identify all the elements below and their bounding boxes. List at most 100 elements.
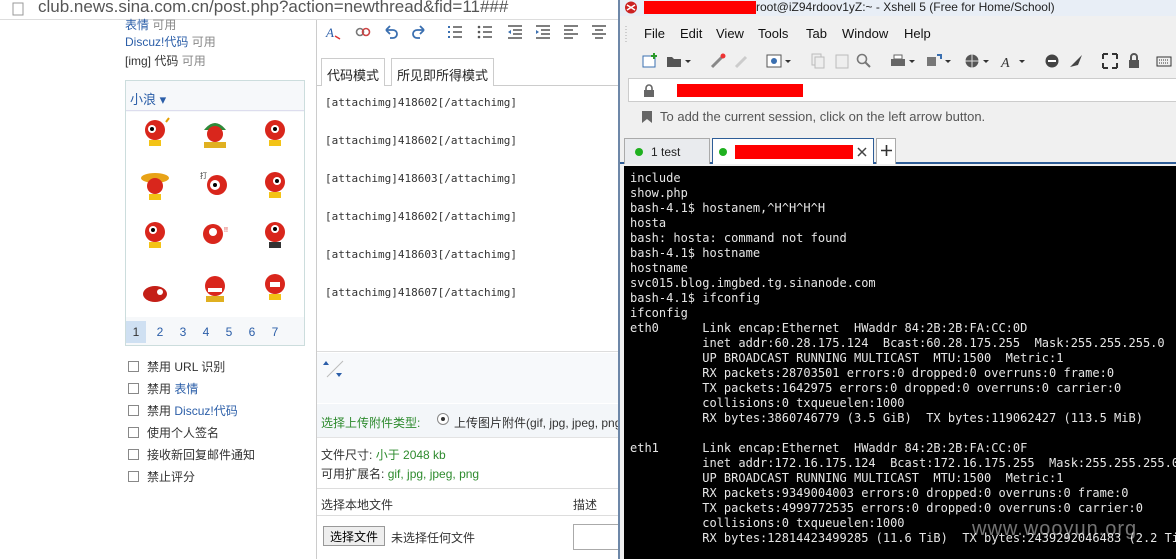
font-icon[interactable]: A xyxy=(325,24,341,40)
paste-icon[interactable] xyxy=(834,53,850,69)
copy-icon[interactable] xyxy=(810,53,826,69)
chevron-down-icon[interactable] xyxy=(944,53,952,69)
open-folder-icon[interactable] xyxy=(666,53,682,69)
menu-tab[interactable]: Tab xyxy=(806,26,827,41)
help-discuz-label[interactable]: Discuz!代码 xyxy=(125,35,188,49)
chevron-down-icon[interactable] xyxy=(1018,53,1026,69)
menu-help[interactable]: Help xyxy=(904,26,931,41)
option-label[interactable]: Discuz!代码 xyxy=(174,404,237,418)
bookmark-icon[interactable] xyxy=(640,110,654,124)
menu-window[interactable]: Window xyxy=(842,26,888,41)
smiley-mascot-icon[interactable] xyxy=(258,218,292,252)
ordered-list-icon[interactable] xyxy=(447,24,463,40)
menu-view[interactable]: View xyxy=(716,26,744,41)
menu-tools[interactable]: Tools xyxy=(758,26,788,41)
upload-type-radio[interactable] xyxy=(437,413,449,425)
checkbox[interactable] xyxy=(128,383,139,394)
outdent-icon[interactable] xyxy=(507,24,523,40)
smilies-page-7[interactable]: 7 xyxy=(265,325,285,339)
new-session-icon[interactable] xyxy=(642,53,658,69)
smiley-mascot-icon[interactable] xyxy=(138,218,172,252)
disconnect-icon[interactable] xyxy=(734,53,750,69)
option-disable-smilies[interactable]: 禁用 表情 xyxy=(128,380,198,397)
option-disable-url[interactable]: 禁用 URL 识别 xyxy=(128,358,225,375)
browser-page: club.news.sina.com.cn/post.php?action=ne… xyxy=(0,0,618,559)
smiley-hat-icon[interactable] xyxy=(138,168,172,202)
compose-icon[interactable] xyxy=(1068,53,1084,69)
checkbox[interactable] xyxy=(128,471,139,482)
undo-icon[interactable] xyxy=(383,24,399,40)
option-use-signature[interactable]: 使用个人签名 xyxy=(128,424,219,441)
option-label[interactable]: 表情 xyxy=(174,382,198,396)
print-icon[interactable] xyxy=(890,53,906,69)
smiley-shout-icon[interactable]: !! xyxy=(198,218,232,252)
smiley-mascot-icon[interactable] xyxy=(138,116,172,150)
session-address-bar[interactable] xyxy=(628,78,1176,102)
checkbox[interactable] xyxy=(128,405,139,416)
keyboard-icon[interactable] xyxy=(1156,53,1172,69)
help-smilies-label[interactable]: 表情 xyxy=(125,18,149,32)
smilies-page-6[interactable]: 6 xyxy=(242,325,262,339)
chevron-down-icon[interactable] xyxy=(982,53,990,69)
transfer-icon[interactable] xyxy=(926,53,942,69)
smiley-soldier-icon[interactable] xyxy=(198,116,232,150)
chevron-down-icon[interactable] xyxy=(684,53,692,69)
align-left-icon[interactable] xyxy=(563,24,579,40)
tab-test[interactable]: 1 test xyxy=(624,138,710,164)
editor-resize-area xyxy=(317,353,618,403)
checkbox[interactable] xyxy=(128,427,139,438)
tab-code-mode[interactable]: 代码模式 xyxy=(321,58,386,86)
option-email-notify[interactable]: 接收新回复邮件通知 xyxy=(128,446,255,463)
smilies-page-5[interactable]: 5 xyxy=(219,325,239,339)
find-icon[interactable] xyxy=(856,53,872,69)
choose-file-button[interactable]: 选择文件 xyxy=(323,526,386,546)
xftp-icon[interactable] xyxy=(1044,53,1060,69)
smiley-lying-icon[interactable] xyxy=(138,272,172,306)
help-img-status: 可用 xyxy=(181,54,206,68)
smiley-mascot-icon[interactable] xyxy=(258,168,292,202)
new-tab-button[interactable] xyxy=(876,138,896,164)
address-bar[interactable]: club.news.sina.com.cn/post.php?action=ne… xyxy=(0,0,618,20)
smilies-page-3[interactable]: 3 xyxy=(173,325,193,339)
tab-wysiwyg-mode[interactable]: 所见即所得模式 xyxy=(391,58,495,86)
smilies-category-tab[interactable]: 小浪 ▾ xyxy=(130,89,166,108)
smiley-mascot-icon[interactable] xyxy=(258,270,292,304)
description-input[interactable] xyxy=(573,524,618,550)
option-disable-rating[interactable]: 禁止评分 xyxy=(128,468,195,485)
resize-handle-icon[interactable] xyxy=(323,359,345,379)
smilies-page-4[interactable]: 4 xyxy=(196,325,216,339)
chevron-down-icon[interactable] xyxy=(908,53,916,69)
smiley-cry-icon[interactable] xyxy=(198,270,232,304)
url-text[interactable]: club.news.sina.com.cn/post.php?action=ne… xyxy=(38,0,508,17)
link-icon[interactable] xyxy=(355,24,371,40)
upload-type-option[interactable]: 上传图片附件(gif, jpg, jpeg, png) xyxy=(454,414,618,431)
globe-icon[interactable] xyxy=(964,53,980,69)
close-icon[interactable] xyxy=(857,147,867,157)
menu-edit[interactable]: Edit xyxy=(680,26,702,41)
properties-icon[interactable] xyxy=(766,53,782,69)
menu-file[interactable]: File xyxy=(644,26,665,41)
smiley-spin-icon[interactable]: 打 xyxy=(198,168,232,202)
terminal-line: ifconfig xyxy=(630,306,688,320)
tab-active-session[interactable] xyxy=(712,138,874,164)
redo-icon[interactable] xyxy=(411,24,427,40)
terminal-output[interactable]: include show.php bash-4.1$ hostanem,^H^H^H… xyxy=(624,166,1176,559)
fullscreen-icon[interactable] xyxy=(1102,53,1118,69)
option-disable-discuz-code[interactable]: 禁用 Discuz!代码 xyxy=(128,402,238,419)
smilies-page-1[interactable]: 1 xyxy=(126,321,146,343)
unordered-list-icon[interactable] xyxy=(477,24,493,40)
smilies-page-2[interactable]: 2 xyxy=(150,325,170,339)
chevron-down-icon[interactable] xyxy=(784,53,792,69)
help-img-label: [img] 代码 xyxy=(125,54,179,68)
indent-icon[interactable] xyxy=(535,24,551,40)
editor-textarea[interactable]: [attachimg]418602[/attachimg] [attachimg… xyxy=(317,86,618,352)
reconnect-icon[interactable] xyxy=(710,53,726,69)
checkbox[interactable] xyxy=(128,449,139,460)
lock-icon[interactable] xyxy=(1126,53,1142,69)
align-center-icon[interactable] xyxy=(591,24,607,40)
font-icon[interactable]: A xyxy=(1000,53,1016,69)
upload-type-row: 选择上传附件类型: 上传图片附件(gif, jpg, jpeg, png) xyxy=(317,404,618,438)
checkbox[interactable] xyxy=(128,361,139,372)
smiley-mascot-icon[interactable] xyxy=(258,116,292,150)
terminal-line: hosta xyxy=(630,216,667,230)
